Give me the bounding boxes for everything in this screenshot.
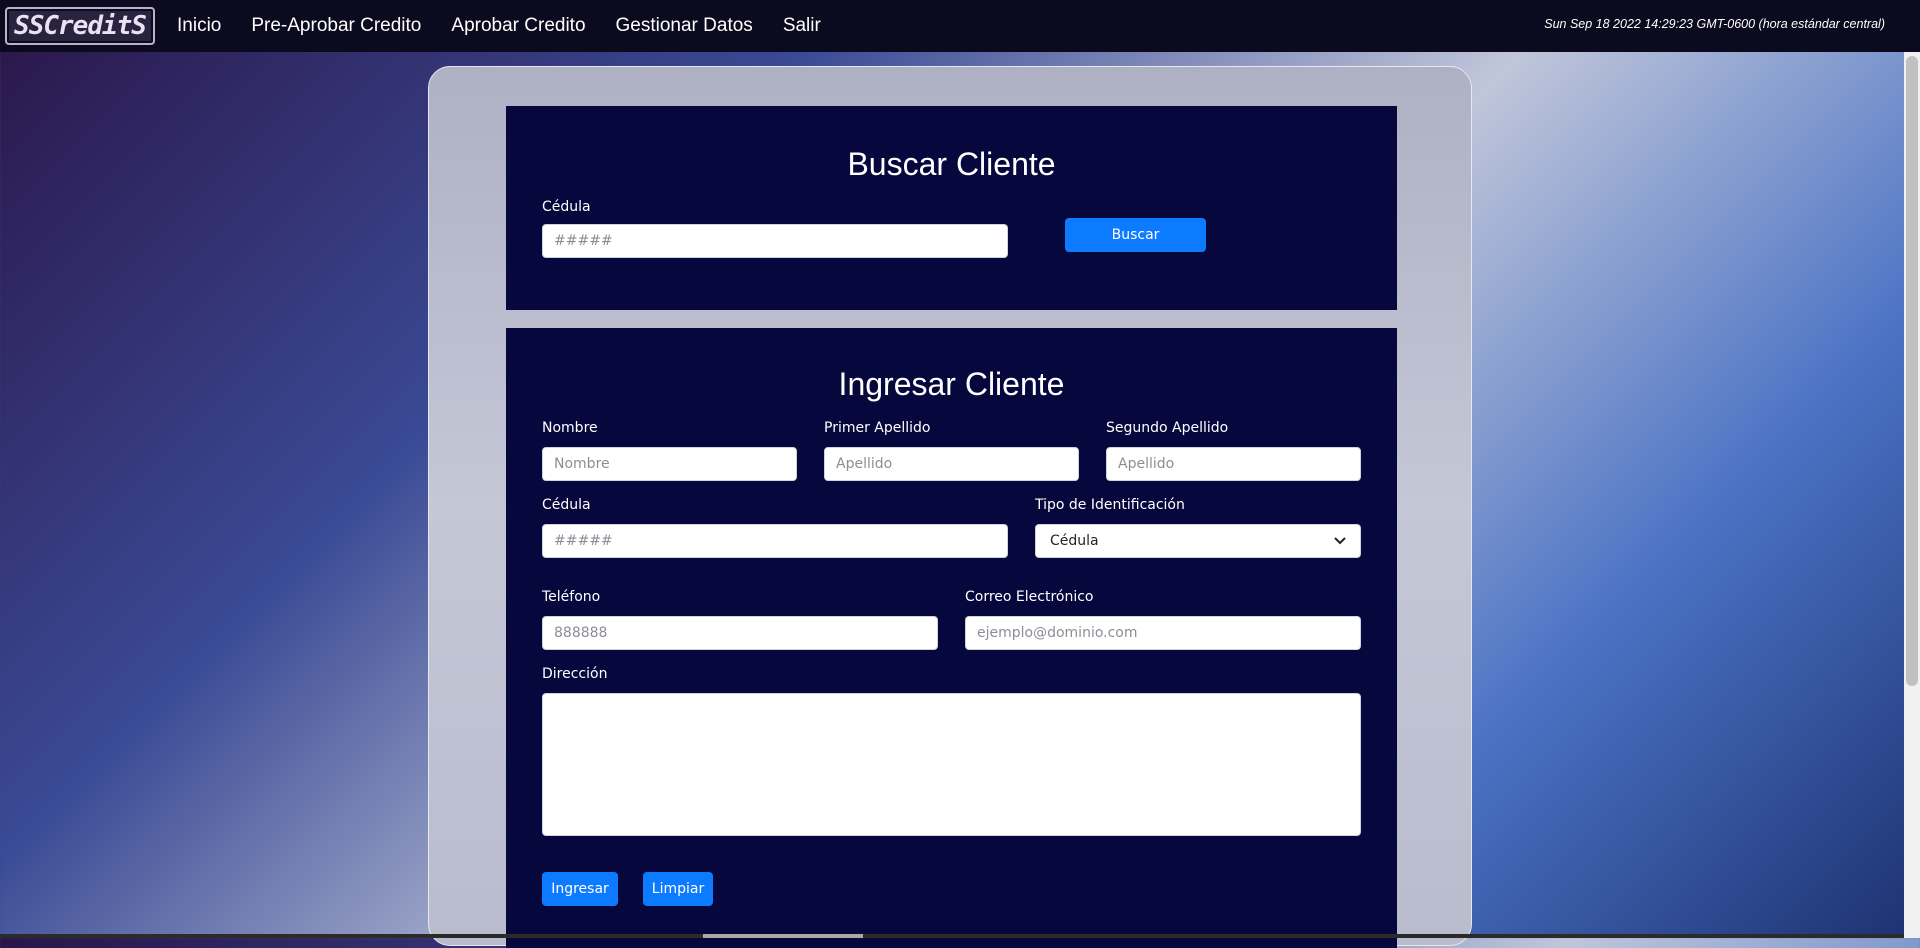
nav-link-inicio[interactable]: Inicio — [162, 15, 236, 37]
correo-input[interactable] — [965, 616, 1361, 650]
nombre-label: Nombre — [542, 420, 598, 436]
client-card-title: Ingresar Cliente — [838, 366, 1065, 402]
search-cedula-input[interactable] — [542, 224, 1008, 258]
search-cedula-label: Cédula — [542, 199, 591, 215]
horizontal-scrollbar-thumb[interactable] — [703, 934, 863, 938]
cedula-input[interactable] — [542, 524, 1008, 558]
nav-link-salir[interactable]: Salir — [768, 15, 836, 37]
nav-link-pre-aprobar-credito[interactable]: Pre-Aprobar Credito — [236, 15, 436, 37]
telefono-input[interactable] — [542, 616, 938, 650]
chevron-down-icon — [1334, 534, 1346, 548]
primer-apellido-input[interactable] — [824, 447, 1079, 481]
horizontal-scrollbar[interactable] — [0, 934, 1904, 938]
direccion-label: Dirección — [542, 666, 608, 682]
telefono-label: Teléfono — [542, 589, 601, 605]
tipo-identificacion-select[interactable]: Cédula — [1035, 524, 1361, 558]
nav-link-aprobar-credito[interactable]: Aprobar Credito — [436, 15, 600, 37]
brand-logo[interactable]: SSCreditS — [5, 7, 155, 45]
direccion-textarea[interactable] — [542, 693, 1361, 836]
vertical-scrollbar-thumb[interactable] — [1906, 56, 1918, 686]
segundo-apellido-label: Segundo Apellido — [1106, 420, 1229, 436]
navbar: SSCreditS Inicio Pre-Aprobar Credito Apr… — [0, 0, 1920, 52]
vertical-scrollbar[interactable] — [1904, 52, 1920, 938]
primer-apellido-label: Primer Apellido — [824, 420, 931, 436]
nav-link-gestionar-datos[interactable]: Gestionar Datos — [601, 15, 768, 37]
tipo-identificacion-value: Cédula — [1050, 533, 1099, 549]
add-client-card: Ingresar Cliente Nombre Primer Apellido … — [506, 328, 1397, 948]
nav-links: Inicio Pre-Aprobar Credito Aprobar Credi… — [162, 15, 836, 37]
search-button[interactable]: Buscar — [1065, 218, 1206, 252]
tipo-identificacion-label: Tipo de Identificación — [1035, 497, 1185, 513]
current-datetime: Sun Sep 18 2022 14:29:23 GMT-0600 (hora … — [1544, 17, 1885, 31]
segundo-apellido-input[interactable] — [1106, 447, 1361, 481]
search-client-card: Buscar Cliente Cédula Buscar — [506, 106, 1397, 310]
search-card-title: Buscar Cliente — [847, 146, 1056, 182]
ingresar-button[interactable]: Ingresar — [542, 872, 618, 906]
nombre-input[interactable] — [542, 447, 797, 481]
limpiar-button[interactable]: Limpiar — [643, 872, 713, 906]
correo-label: Correo Electrónico — [965, 589, 1094, 605]
cedula-label: Cédula — [542, 497, 591, 513]
